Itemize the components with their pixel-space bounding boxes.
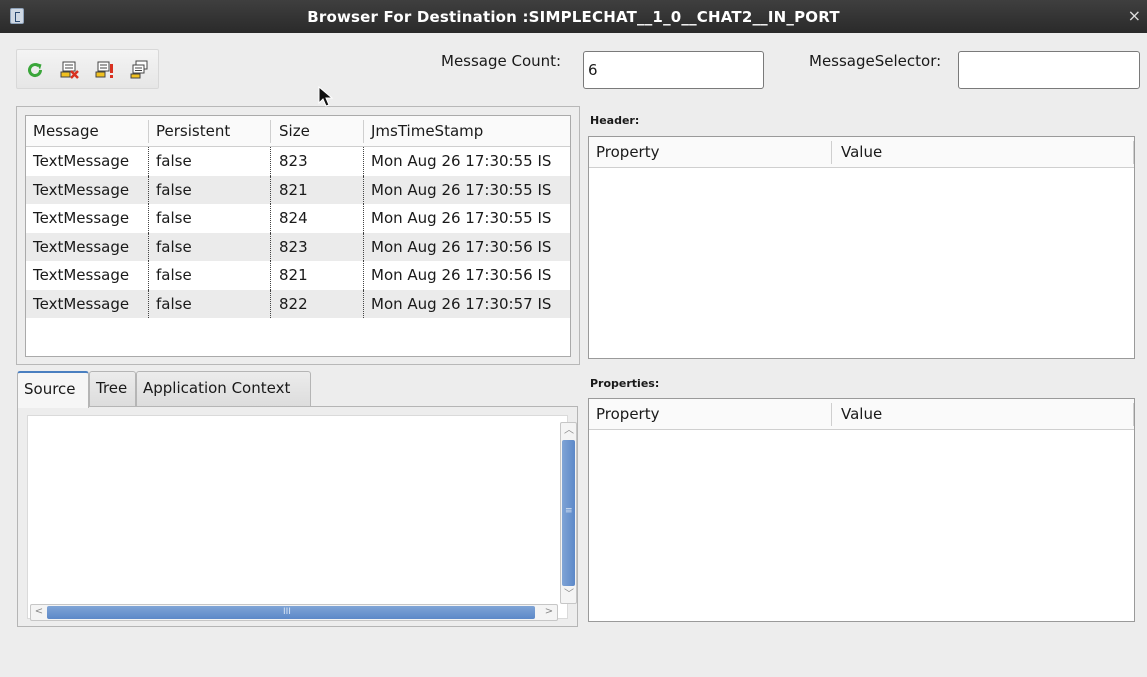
grip-icon: ≡ <box>565 506 573 516</box>
message-alert-icon[interactable] <box>95 60 115 80</box>
table-cell: TextMessage <box>33 180 130 199</box>
col-jmstimestamp[interactable]: JmsTimeStamp <box>371 122 483 140</box>
table-row[interactable]: TextMessage false 822 Mon Aug 26 17:30:57 I… <box>26 289 570 318</box>
properties-table-header: Property Value <box>589 399 1134 430</box>
table-cell: TextMessage <box>33 266 130 284</box>
vertical-scrollbar[interactable]: ︿ ≡ ﹀ <box>560 422 577 604</box>
table-cell: TextMessage <box>33 209 130 227</box>
grip-icon: III <box>283 607 291 617</box>
source-text-area[interactable]: ︿ ≡ ﹀ < III > <box>27 415 577 621</box>
table-cell: TextMessage <box>33 294 130 313</box>
table-cell: false <box>156 152 192 170</box>
messages-table-header: Message Persistent Size JmsTimeStamp <box>26 116 570 147</box>
messages-table[interactable]: Message Persistent Size JmsTimeStamp Tex… <box>25 115 571 357</box>
tab-source[interactable]: Source <box>17 371 89 408</box>
table-cell: Mon Aug 26 17:30:55 IS <box>371 152 552 170</box>
table-cell: Mon Aug 26 17:30:55 IS <box>371 209 552 227</box>
tab-tree[interactable]: Tree <box>89 371 136 407</box>
table-cell: 824 <box>279 209 308 227</box>
table-row[interactable]: TextMessage false 821 Mon Aug 26 17:30:56 I… <box>26 261 570 290</box>
vertical-scroll-thumb[interactable]: ≡ <box>562 440 575 586</box>
message-selector-input[interactable] <box>958 51 1140 89</box>
tab-application-context[interactable]: Application Context <box>136 371 311 407</box>
table-cell: 822 <box>279 294 308 313</box>
header-table-header: Property Value <box>589 137 1134 168</box>
window-title: Browser For Destination :SIMPLECHAT__1_0… <box>307 8 840 26</box>
copy-messages-icon[interactable] <box>130 60 150 80</box>
properties-table[interactable]: Property Value <box>588 398 1135 622</box>
delete-messages-icon[interactable] <box>60 60 80 80</box>
scroll-up-icon[interactable]: ︿ <box>562 424 576 438</box>
table-cell: false <box>156 266 192 284</box>
messages-panel: Message Persistent Size JmsTimeStamp Tex… <box>16 106 580 365</box>
toolbar <box>16 49 159 89</box>
close-icon[interactable]: × <box>1128 6 1141 25</box>
table-cell: 823 <box>279 237 308 256</box>
title-bar: Browser For Destination :SIMPLECHAT__1_0… <box>0 0 1147 33</box>
table-cell: Mon Aug 26 17:30:57 IS <box>371 294 552 313</box>
table-cell: 821 <box>279 180 308 199</box>
message-count-label: Message Count: <box>441 52 562 70</box>
table-row[interactable]: TextMessage false 823 Mon Aug 26 17:30:56 I… <box>26 232 570 261</box>
horizontal-scrollbar[interactable]: < III > <box>30 604 558 621</box>
horizontal-scroll-thumb[interactable]: III <box>47 606 535 619</box>
table-row[interactable]: TextMessage false 821 Mon Aug 26 17:30:55 I… <box>26 175 570 204</box>
table-cell: Mon Aug 26 17:30:56 IS <box>371 266 552 284</box>
col-persistent[interactable]: Persistent <box>156 122 230 140</box>
table-cell: 821 <box>279 266 308 284</box>
header-section-title: Header: <box>590 114 640 127</box>
table-cell: false <box>156 294 192 313</box>
table-cell: false <box>156 209 192 227</box>
messages-table-body: TextMessage false 823 Mon Aug 26 17:30:55 I… <box>26 147 570 318</box>
table-cell: false <box>156 237 192 256</box>
message-count-field[interactable]: 6 <box>583 51 764 89</box>
table-cell: Mon Aug 26 17:30:55 IS <box>371 180 552 199</box>
properties-col-property[interactable]: Property <box>596 405 659 423</box>
properties-section-title: Properties: <box>590 377 660 390</box>
scroll-left-icon[interactable]: < <box>32 605 46 619</box>
message-selector-label: MessageSelector: <box>809 52 942 70</box>
properties-col-value[interactable]: Value <box>841 405 882 423</box>
table-cell: false <box>156 180 192 199</box>
col-message[interactable]: Message <box>33 122 99 140</box>
table-cell: TextMessage <box>33 152 130 170</box>
table-cell: 823 <box>279 152 308 170</box>
table-row[interactable]: TextMessage false 824 Mon Aug 26 17:30:55 I… <box>26 204 570 233</box>
source-panel: ︿ ≡ ﹀ < III > <box>17 406 578 627</box>
header-col-property[interactable]: Property <box>596 143 659 161</box>
header-col-value[interactable]: Value <box>841 143 882 161</box>
scroll-right-icon[interactable]: > <box>542 605 556 619</box>
scroll-down-icon[interactable]: ﹀ <box>562 588 576 602</box>
col-size[interactable]: Size <box>279 122 310 140</box>
refresh-icon[interactable] <box>25 60 45 80</box>
header-table[interactable]: Property Value <box>588 136 1135 359</box>
mouse-cursor-icon <box>318 86 334 107</box>
table-cell: TextMessage <box>33 237 130 256</box>
table-row[interactable]: TextMessage false 823 Mon Aug 26 17:30:55 I… <box>26 147 570 176</box>
table-cell: Mon Aug 26 17:30:56 IS <box>371 237 552 256</box>
